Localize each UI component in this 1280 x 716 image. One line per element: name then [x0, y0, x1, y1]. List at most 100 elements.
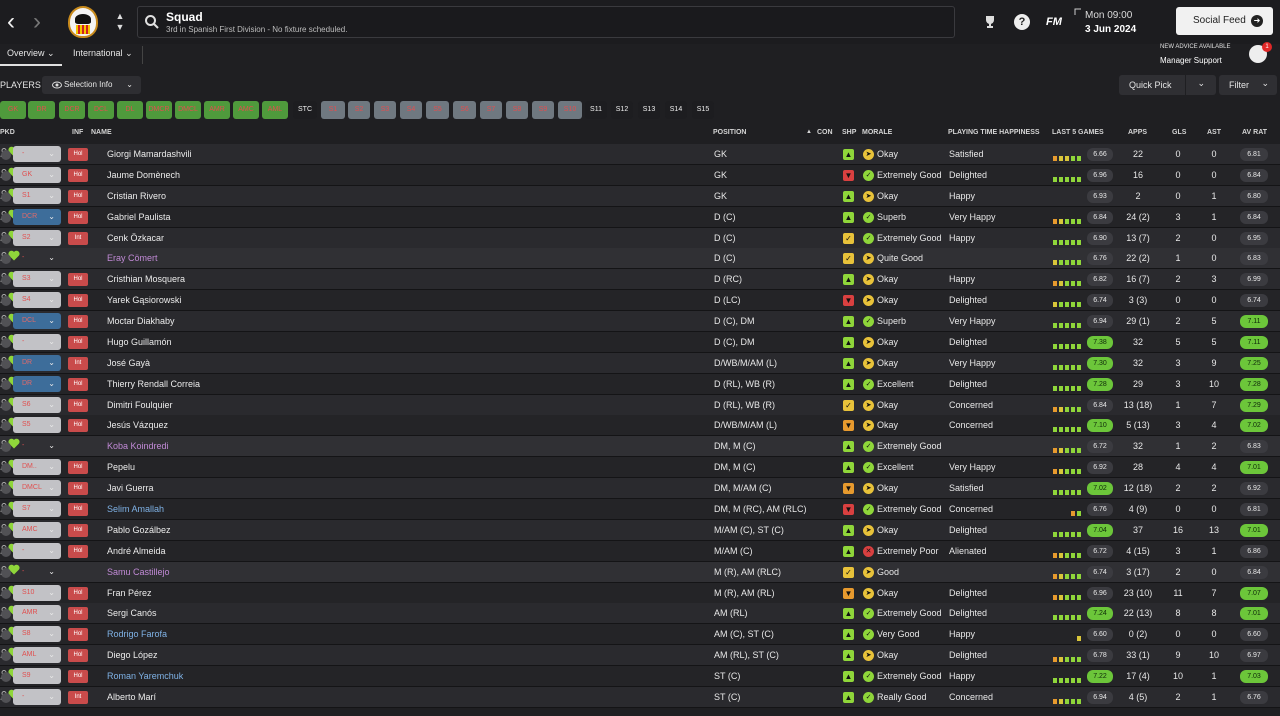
table-row[interactable]: DR ⌄ Hol Thierry Rendall Correia D (RL), WB …	[0, 373, 1280, 395]
table-row[interactable]: GK ⌄ Hol Jaume Domènech GK ▼ ✓ Extremely Good De…	[0, 164, 1280, 186]
player-name[interactable]: André Almeida	[107, 546, 166, 556]
table-row[interactable]: AMR ⌄ Hol Sergi Canós AM (RL) ▲ ✓ Extremely Goo…	[0, 603, 1280, 625]
position-button-s10[interactable]: S10	[558, 101, 582, 119]
table-row[interactable]: DM.. ⌄ Hol Pepelu DM, M (C) ▲ ✓ Excellent Very H…	[0, 457, 1280, 479]
position-button-gk[interactable]: GK	[0, 101, 26, 119]
player-name[interactable]: Pepelu	[107, 462, 135, 472]
picked-position-dropdown[interactable]: S1 ⌄	[13, 187, 61, 204]
pick-toggle-icon[interactable]	[1, 337, 11, 348]
pick-toggle-icon[interactable]	[1, 630, 11, 641]
picked-position-dropdown[interactable]: DMCL ⌄	[13, 480, 61, 497]
picked-position-dropdown[interactable]: S2 ⌄	[13, 229, 61, 246]
pick-toggle-icon[interactable]	[1, 296, 11, 307]
club-crest-logo[interactable]	[68, 6, 98, 38]
position-button-s12[interactable]: S12	[611, 101, 633, 119]
position-button-s7[interactable]: S7	[480, 101, 502, 119]
col-gls[interactable]: GLS	[1172, 129, 1186, 136]
position-button-s3[interactable]: S3	[374, 101, 396, 119]
pick-toggle-icon[interactable]	[1, 150, 11, 160]
player-name[interactable]: Dimitri Foulquier	[107, 400, 173, 410]
player-name[interactable]: Diego López	[107, 650, 158, 660]
player-name[interactable]: Gabriel Paulista	[107, 212, 171, 222]
player-name[interactable]: Eray Cömert	[107, 253, 158, 263]
col-con[interactable]: CON	[817, 129, 833, 136]
player-name[interactable]: Jaume Domènech	[107, 170, 180, 180]
player-name[interactable]: Javi Guerra	[107, 483, 154, 493]
table-row[interactable]: S2 ⌄ Int Cenk Özkacar D (C) ✓ ✓ Extremely Good H…	[0, 227, 1280, 249]
position-button-s5[interactable]: S5	[426, 101, 449, 119]
pick-toggle-icon[interactable]	[1, 254, 11, 265]
player-name[interactable]: Sergi Canós	[107, 608, 157, 618]
player-name[interactable]: Pablo Gozálbez	[107, 525, 171, 535]
player-name[interactable]: Koba Koindredi	[107, 441, 169, 451]
table-row[interactable]: S1 ⌄ Hol Cristian Rivero GK ▲ ➤ Okay Happy 6.93 2 0…	[0, 185, 1280, 207]
position-button-s14[interactable]: S14	[665, 101, 687, 119]
col-morale[interactable]: MORALE	[862, 129, 892, 136]
help-icon[interactable]: ?	[1014, 14, 1030, 30]
position-button-amc[interactable]: AMC	[233, 101, 259, 119]
picked-position-dropdown[interactable]: DM.. ⌄	[13, 459, 61, 476]
club-switch-icon[interactable]: ▲ ▼	[114, 11, 126, 33]
picked-position-dropdown[interactable]: - ⌄	[13, 688, 61, 705]
pick-toggle-icon[interactable]	[1, 275, 11, 286]
col-inf[interactable]: INF	[72, 129, 83, 136]
date-display[interactable]: Mon 09:00 3 Jun 2024	[1072, 6, 1162, 38]
col-name[interactable]: NAME	[91, 129, 112, 136]
advice-label[interactable]: Manager Support	[1160, 56, 1222, 65]
col-shp[interactable]: SHP	[842, 129, 856, 136]
picked-position-dropdown[interactable]: DCR ⌄	[13, 208, 61, 225]
position-button-s11[interactable]: S11	[585, 101, 607, 119]
picked-position-dropdown[interactable]: AML ⌄	[13, 647, 61, 664]
pick-toggle-icon[interactable]	[1, 442, 11, 453]
search-box[interactable]: Squad 3rd in Spanish First Division - No…	[137, 6, 955, 38]
table-row[interactable]: - ⌄ Hol Hugo Guillamón D (C), DM ▲ ➤ Okay Deligh…	[0, 331, 1280, 353]
player-name[interactable]: Roman Yaremchuk	[107, 671, 183, 681]
picked-position-dropdown[interactable]: S3 ⌄	[13, 271, 61, 288]
position-button-dl[interactable]: DL	[117, 101, 143, 119]
table-row[interactable]: AMC ⌄ Hol Pablo Gozálbez M/AM (C), ST (C) ▲ ➤ O…	[0, 519, 1280, 541]
pick-toggle-icon[interactable]	[1, 525, 11, 536]
table-row[interactable]: S9 ⌄ Hol Roman Yaremchuk ST (C) ▲ ✓ Extremely G…	[0, 666, 1280, 687]
table-row[interactable]: - ⌄ Samu Castillejo M (R), AM (RLC) ✓ ➤ Good 6.…	[0, 561, 1280, 583]
position-button-s2[interactable]: S2	[348, 101, 370, 119]
tab-international[interactable]: International ⌄	[73, 48, 133, 59]
player-name[interactable]: Moctar Diakhaby	[107, 316, 175, 326]
position-button-dmcr[interactable]: DMCR	[146, 101, 172, 119]
position-button-s8[interactable]: S8	[506, 101, 528, 119]
pick-toggle-icon[interactable]	[1, 358, 11, 369]
position-button-s15[interactable]: S15	[692, 101, 714, 119]
picked-position-dropdown[interactable]: GK ⌄	[13, 166, 61, 183]
pick-toggle-icon[interactable]	[1, 191, 11, 202]
table-row[interactable]: - ⌄ Int Alberto Marí ST (C) ▲ ✓ Really Good Conc…	[0, 686, 1280, 708]
picked-position-dropdown[interactable]: DR ⌄	[13, 354, 61, 371]
trophy-icon[interactable]	[981, 13, 999, 31]
pick-toggle-icon[interactable]	[1, 692, 11, 703]
player-name[interactable]: Alberto Marí	[107, 692, 156, 702]
picked-position-dropdown[interactable]: S7 ⌄	[13, 501, 61, 517]
player-name[interactable]: Cristhian Mosquera	[107, 274, 185, 284]
picked-position-dropdown[interactable]: - ⌄	[13, 146, 61, 162]
quick-pick-button[interactable]: Quick Pick ⌄	[1119, 75, 1216, 95]
position-button-dcl[interactable]: DCL	[88, 101, 114, 119]
social-feed-button[interactable]: Social Feed ➜	[1176, 7, 1273, 35]
picked-position-dropdown[interactable]: AMR ⌄	[13, 605, 61, 622]
picked-position-dropdown[interactable]: AMC ⌄	[13, 521, 61, 538]
table-row[interactable]: S8 ⌄ Hol Rodrigo Farofa AM (C), ST (C) ▲ ✓ Very…	[0, 624, 1280, 646]
pick-toggle-icon[interactable]	[1, 379, 11, 390]
pick-toggle-icon[interactable]	[1, 421, 11, 432]
position-button-aml[interactable]: AML	[262, 101, 288, 119]
player-name[interactable]: José Gayà	[107, 358, 150, 368]
pick-toggle-icon[interactable]	[1, 546, 11, 557]
picked-position-dropdown[interactable]: S8 ⌄	[13, 626, 61, 643]
pick-toggle-icon[interactable]	[1, 484, 11, 495]
picked-position-dropdown[interactable]: - ⌄	[13, 333, 61, 350]
pick-toggle-icon[interactable]	[1, 672, 11, 682]
picked-position-dropdown[interactable]: DCL ⌄	[13, 313, 61, 329]
col-pkd[interactable]: PKD	[0, 129, 15, 136]
player-name[interactable]: Fran Pérez	[107, 588, 152, 598]
position-button-amr[interactable]: AMR	[204, 101, 230, 119]
back-arrow-icon[interactable]: ‹	[0, 9, 22, 35]
col-ast[interactable]: AST	[1207, 129, 1221, 136]
table-row[interactable]: S4 ⌄ Hol Yarek Gąsiorowski D (LC) ▼ ➤ Okay Delig…	[0, 290, 1280, 312]
table-row[interactable]: S5 ⌄ Hol Jesús Vázquez D/WB/M/AM (L) ▼ ➤ Okay Co…	[0, 415, 1280, 437]
